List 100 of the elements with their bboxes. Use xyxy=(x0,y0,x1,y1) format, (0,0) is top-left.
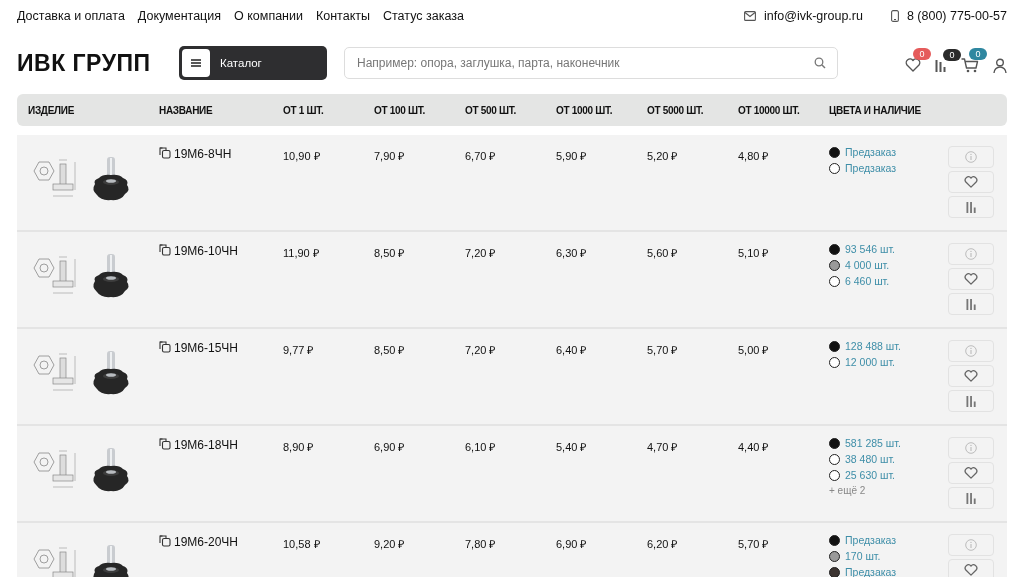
price-cell-text: 9,77 ₽ xyxy=(283,343,315,357)
nav-link[interactable]: Доставка и оплата xyxy=(17,9,125,23)
nav-link[interactable]: Статус заказа xyxy=(383,9,464,23)
product-name[interactable]: 19М6-8ЧН xyxy=(174,147,232,161)
price-cell-text: 7,20 ₽ xyxy=(465,246,497,260)
price-cell-text: 9,20 ₽ xyxy=(374,537,406,551)
price-cell-text: 5,90 ₽ xyxy=(556,149,588,163)
copy-icon[interactable] xyxy=(159,438,171,450)
heart-icon xyxy=(964,564,978,576)
price-cell-text: 6,10 ₽ xyxy=(465,440,497,454)
price-cell-text: 4,40 ₽ xyxy=(738,440,770,454)
favorite-button[interactable] xyxy=(948,365,994,387)
counter-badge: 0 xyxy=(913,48,931,60)
color-dot[interactable] xyxy=(829,534,840,546)
product-name[interactable]: 19М6-18ЧН xyxy=(174,438,239,452)
stock-link[interactable]: Предзаказ xyxy=(845,162,897,174)
heart-icon xyxy=(964,176,978,188)
stock-link[interactable]: 38 480 шт. xyxy=(845,453,896,465)
column-header: ОТ 1 ШТ. xyxy=(283,104,325,116)
user-icon[interactable] xyxy=(993,57,1007,73)
heart-icon xyxy=(964,273,978,285)
product-name[interactable]: 19М6-15ЧН xyxy=(174,341,239,355)
copy-icon[interactable] xyxy=(159,244,171,256)
info-icon xyxy=(965,248,977,260)
stock-link[interactable]: 581 285 шт. xyxy=(845,437,901,449)
column-header: ОТ 500 ШТ. xyxy=(465,104,517,116)
favorite-button[interactable] xyxy=(948,462,994,484)
compare-button[interactable] xyxy=(948,390,994,412)
price-cell-text: 6,90 ₽ xyxy=(374,440,406,454)
price-cell-text: 6,30 ₽ xyxy=(556,246,588,260)
search-field[interactable]: Например: опора, заглушка, парта, наконечник xyxy=(344,47,838,79)
stock-link[interactable]: 25 630 шт. xyxy=(845,469,896,481)
price-cell-text: 5,60 ₽ xyxy=(647,246,679,260)
price-cell-text: 10,58 ₽ xyxy=(283,537,321,551)
favorite-button[interactable] xyxy=(948,268,994,290)
compare-button[interactable] xyxy=(948,196,994,218)
color-dot[interactable] xyxy=(829,566,840,577)
compare-button[interactable] xyxy=(948,293,994,315)
price-cell-text: 7,20 ₽ xyxy=(465,343,497,357)
color-dot[interactable] xyxy=(829,550,840,562)
mail-icon xyxy=(744,11,757,21)
color-dot[interactable] xyxy=(829,356,840,368)
color-dot[interactable] xyxy=(829,437,840,449)
stock-link[interactable]: Предзаказ xyxy=(845,146,897,158)
stock-link[interactable]: 93 546 шт. xyxy=(845,243,896,255)
price-cell-text: 6,70 ₽ xyxy=(465,149,497,163)
copy-icon[interactable] xyxy=(159,535,171,547)
compare-icon xyxy=(965,201,977,213)
heart-icon xyxy=(964,370,978,382)
product-name[interactable]: 19М6-10ЧН xyxy=(174,244,239,258)
product-name[interactable]: 19М6-20ЧН xyxy=(174,535,239,549)
copy-icon[interactable] xyxy=(159,341,171,353)
nav-link[interactable]: О компании xyxy=(234,9,303,23)
compare-icon xyxy=(965,395,977,407)
favorite-button[interactable] xyxy=(948,559,994,577)
heart-icon[interactable] xyxy=(905,58,921,72)
color-dot[interactable] xyxy=(829,259,840,271)
column-header: ОТ 5000 ШТ. xyxy=(647,104,705,116)
info-icon xyxy=(965,345,977,357)
stock-link[interactable]: 12 000 шт. xyxy=(845,356,896,368)
color-dot[interactable] xyxy=(829,146,840,158)
compare-icon[interactable] xyxy=(935,58,947,72)
price-cell-text: 5,00 ₽ xyxy=(738,343,770,357)
logo[interactable]: ИВК ГРУПП xyxy=(17,49,179,77)
color-dot[interactable] xyxy=(829,162,840,174)
color-dot[interactable] xyxy=(829,469,840,481)
price-cell-text: 5,70 ₽ xyxy=(647,343,679,357)
catalog-button[interactable]: Каталог xyxy=(179,46,327,80)
color-dot[interactable] xyxy=(829,243,840,255)
color-dot[interactable] xyxy=(829,453,840,465)
price-cell-text: 8,50 ₽ xyxy=(374,343,406,357)
phone-link[interactable]: 8 (800) 775-00-57 xyxy=(906,9,1007,23)
price-cell-text: 6,20 ₽ xyxy=(647,537,679,551)
column-header: ОТ 1000 ШТ. xyxy=(556,104,614,116)
info-icon xyxy=(965,151,977,163)
color-dot[interactable] xyxy=(829,275,840,287)
price-cell-text: 5,10 ₽ xyxy=(738,246,770,260)
stock-link[interactable]: 6 460 шт. xyxy=(845,275,890,287)
search-icon[interactable] xyxy=(814,57,826,69)
price-cell-text: 5,40 ₽ xyxy=(556,440,588,454)
copy-icon[interactable] xyxy=(159,147,171,159)
price-cell-text: 4,70 ₽ xyxy=(647,440,679,454)
nav-link[interactable]: Документация xyxy=(137,9,222,23)
favorite-button[interactable] xyxy=(948,171,994,193)
cart-icon[interactable] xyxy=(961,57,979,73)
compare-icon xyxy=(965,492,977,504)
stock-link[interactable]: 170 шт. xyxy=(845,550,881,562)
menu-icon xyxy=(191,59,201,67)
stock-link[interactable]: Предзаказ xyxy=(845,534,897,546)
stock-link[interactable]: 4 000 шт. xyxy=(845,259,890,271)
stock-link[interactable]: 128 488 шт. xyxy=(845,340,901,352)
price-cell-text: 11,90 ₽ xyxy=(283,246,320,260)
email-link[interactable]: info@ivk-group.ru xyxy=(764,9,863,23)
price-cell-text: 7,90 ₽ xyxy=(374,149,406,163)
color-dot[interactable] xyxy=(829,340,840,352)
nav-link[interactable]: Контакты xyxy=(316,9,370,23)
compare-button[interactable] xyxy=(948,487,994,509)
price-cell-text: 8,90 ₽ xyxy=(283,440,315,454)
price-cell-text: 4,80 ₽ xyxy=(738,149,770,163)
phone-icon xyxy=(890,10,899,22)
